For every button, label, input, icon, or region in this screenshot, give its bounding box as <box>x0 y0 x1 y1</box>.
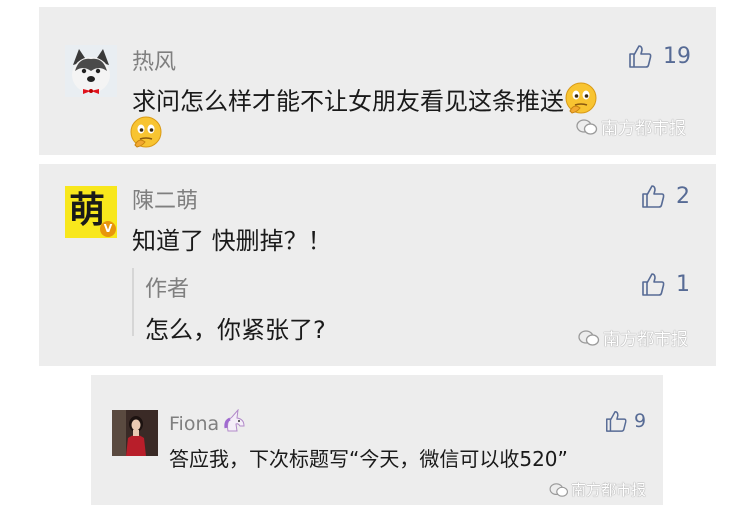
comment-author: Fiona <box>169 408 248 438</box>
thumbs-up-icon <box>642 273 665 296</box>
avatar[interactable] <box>112 410 158 456</box>
like-count: 9 <box>634 410 647 432</box>
avatar[interactable]: 萌 V <box>65 186 117 238</box>
watermark-text: 南方都市报 <box>571 481 647 499</box>
reply-author: 作者 <box>145 277 190 302</box>
like-count: 1 <box>676 271 690 297</box>
comment-text-line2 <box>129 115 163 153</box>
comment-text: 知道了 快删掉？！ <box>132 227 332 255</box>
watermark: 南方都市报 <box>549 479 646 500</box>
portrait-photo-icon <box>112 410 158 456</box>
like-count: 2 <box>676 183 690 209</box>
avatar[interactable] <box>65 45 117 97</box>
reply-divider <box>132 268 134 336</box>
comment-author-name: Fiona <box>169 412 220 435</box>
comment-text: 答应我，下次标题写“今天，微信可以收520” <box>169 447 568 471</box>
watermark: 南方都市报 <box>576 114 686 139</box>
watermark-text: 南方都市报 <box>603 330 688 350</box>
reply-text: 怎么，你紧张了? <box>145 316 326 344</box>
thinking-face-emoji <box>129 115 163 153</box>
comment-author: 热风 <box>132 50 177 75</box>
comment-card-1: 热风 19 求问怎么样才能不让女朋友看见这条推送 南方都市报 <box>39 7 716 155</box>
watermark-text: 南方都市报 <box>601 119 686 139</box>
wechat-icon <box>549 482 569 497</box>
like-button[interactable]: 9 <box>604 409 646 433</box>
like-button[interactable]: 19 <box>627 43 691 69</box>
thumbs-up-icon <box>606 411 627 432</box>
thumbs-up-icon <box>642 185 665 208</box>
wechat-icon <box>578 329 600 346</box>
comment-author: 陳二萌 <box>132 189 199 214</box>
comment-card-3: Fiona 9 答应我，下次标题写“今天，微信可以收520” 南方都市报 <box>91 375 663 505</box>
like-count: 19 <box>663 43 691 69</box>
comment-card-2: 萌 V 陳二萌 2 知道了 快删掉？！ 作者 1 怎么，你紧张了? 南方都市报 <box>39 164 716 366</box>
like-button[interactable]: 2 <box>640 183 690 209</box>
comment-text-content: 求问怎么样才能不让女朋友看见这条推送 <box>132 87 564 116</box>
like-button[interactable]: 1 <box>640 271 690 297</box>
verified-badge-icon: V <box>100 221 116 237</box>
husky-dog-icon <box>65 45 117 97</box>
unicorn-icon <box>222 408 248 438</box>
wechat-icon <box>576 118 598 135</box>
watermark: 南方都市报 <box>578 325 688 350</box>
comment-text: 求问怎么样才能不让女朋友看见这条推送 <box>132 81 598 124</box>
thumbs-up-icon <box>629 45 652 68</box>
